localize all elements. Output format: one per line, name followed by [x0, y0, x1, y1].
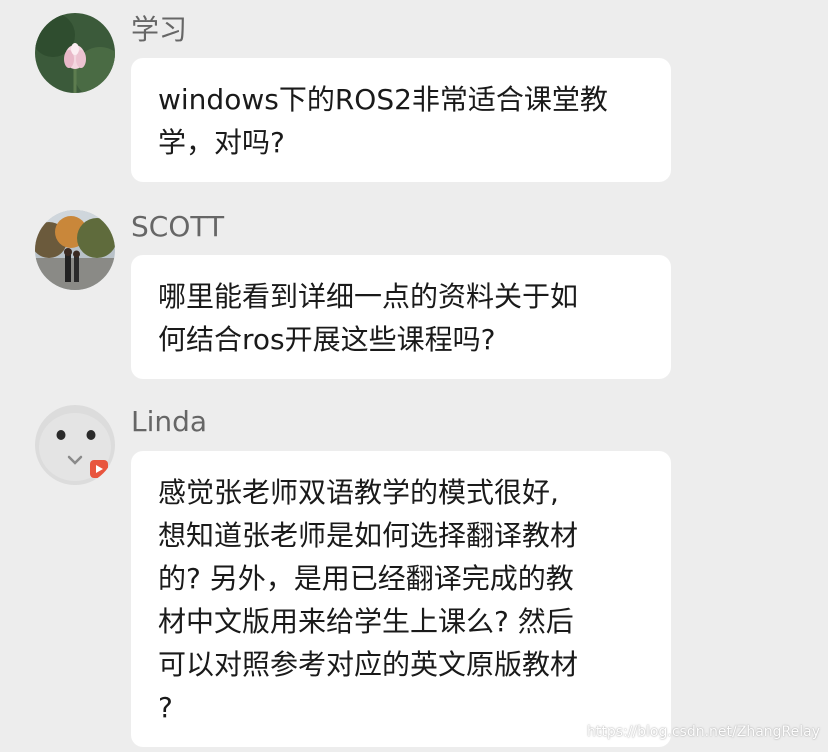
- message-text: 感觉张老师双语教学的模式很好,: [158, 476, 559, 509]
- message-text: 材中文版用来给学生上课么? 然后: [158, 605, 574, 638]
- message-bubble[interactable]: windows下的ROS2非常适合课堂教 学，对吗?: [131, 58, 671, 182]
- sender-name: 学习: [131, 13, 188, 46]
- message-text: 哪里能看到详细一点的资料关于如: [158, 280, 579, 313]
- message-text: ?: [158, 691, 173, 724]
- sender-name: Linda: [131, 405, 208, 438]
- message-text: 学，对吗?: [158, 126, 285, 159]
- message-text: 何结合ros开展这些课程吗?: [158, 323, 496, 356]
- message-bubble[interactable]: 感觉张老师双语教学的模式很好, 想知道张老师是如何选择翻译教材 的? 另外，是用…: [131, 451, 671, 747]
- cartoon-face-avatar[interactable]: [35, 405, 115, 485]
- message-text: 想知道张老师是如何选择翻译教材: [158, 519, 579, 552]
- sender-name: SCOTT: [131, 210, 225, 243]
- message-bubble[interactable]: 哪里能看到详细一点的资料关于如 何结合ros开展这些课程吗?: [131, 255, 671, 379]
- message-text: 可以对照参考对应的英文原版教材: [158, 648, 579, 681]
- watermark: https://blog.csdn.net/ZhangRelay: [586, 724, 820, 740]
- park-photo-avatar[interactable]: [35, 210, 115, 290]
- message-text: windows下的ROS2非常适合课堂教: [158, 83, 608, 116]
- message-text: 的? 另外，是用已经翻译完成的教: [158, 562, 574, 595]
- lotus-avatar[interactable]: [35, 13, 115, 93]
